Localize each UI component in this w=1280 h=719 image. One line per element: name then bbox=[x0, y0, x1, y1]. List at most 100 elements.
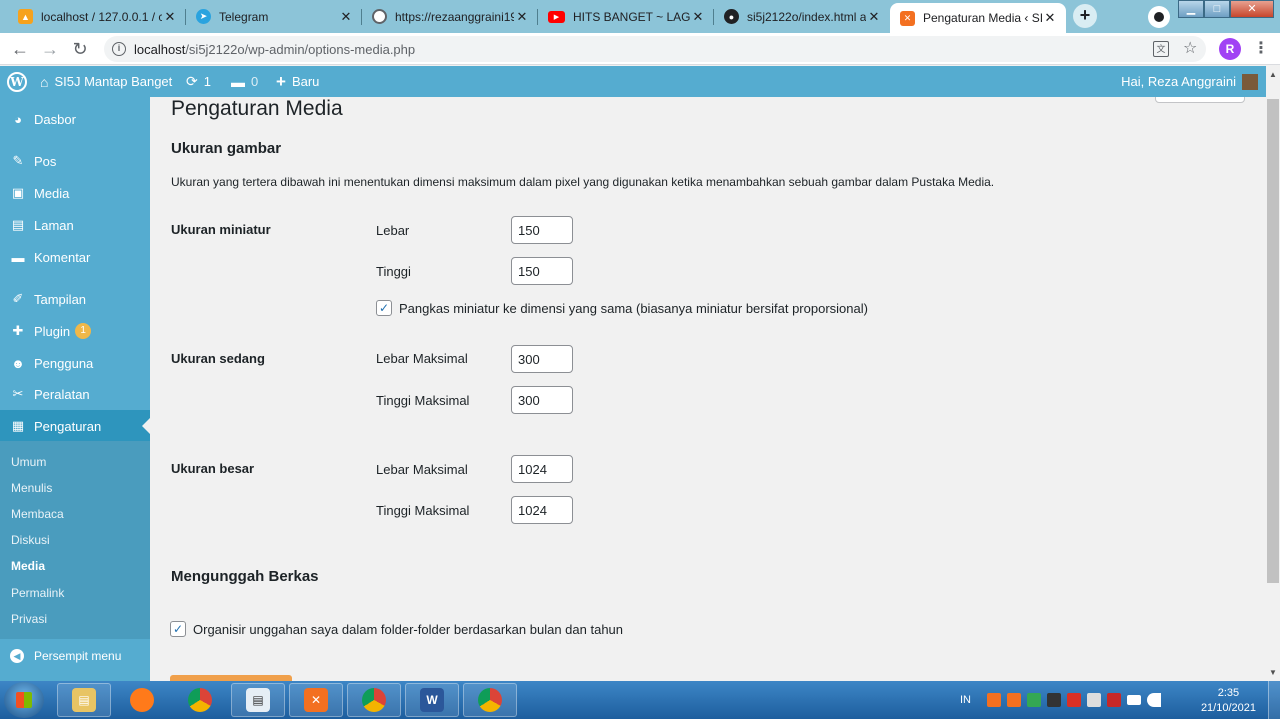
thumbnail-width-input[interactable] bbox=[511, 216, 573, 244]
site-name-link[interactable]: ⌂ SI5J Mantap Banget bbox=[40, 66, 172, 97]
wp-logo-menu[interactable]: W bbox=[7, 66, 27, 97]
taskbar-chrome-dev[interactable] bbox=[463, 683, 517, 717]
chrome-profile-icon bbox=[362, 688, 386, 712]
chrome-icon bbox=[188, 688, 212, 712]
reload-icon[interactable]: ↻ bbox=[68, 37, 92, 61]
tab-close-icon[interactable]: ✕ bbox=[338, 9, 354, 25]
submenu-privasi[interactable]: Privasi bbox=[11, 612, 47, 626]
sidebar-item-dasbor[interactable]: ◕ Dasbor bbox=[0, 103, 150, 135]
thumbnail-height-input[interactable] bbox=[511, 257, 573, 285]
taskbar-notepad[interactable]: ▤ bbox=[231, 683, 285, 717]
sidebar-item-tampilan[interactable]: ✐ Tampilan bbox=[0, 283, 150, 315]
comment-bubble-icon: ▬ bbox=[231, 73, 245, 90]
drive-tray-icon[interactable] bbox=[1027, 693, 1041, 707]
submenu-permalink[interactable]: Permalink bbox=[11, 586, 64, 600]
word-icon: W bbox=[420, 688, 444, 712]
updates-link[interactable]: ⟳ 1 bbox=[186, 66, 211, 97]
action-center-icon[interactable] bbox=[1087, 693, 1101, 707]
new-content-link[interactable]: + Baru bbox=[276, 66, 319, 97]
wp-admin-bar: W ⌂ SI5J Mantap Banget ⟳ 1 ▬ 0 + Baru Ha… bbox=[0, 66, 1266, 97]
comments-link[interactable]: ▬ 0 bbox=[231, 66, 258, 97]
tab-close-icon[interactable]: ✕ bbox=[514, 9, 530, 25]
account-menu[interactable]: Hai, Reza Anggraini bbox=[1121, 66, 1258, 97]
minimize-button[interactable]: ▁ bbox=[1178, 0, 1204, 18]
tab-search-icon[interactable] bbox=[1148, 6, 1170, 28]
collapse-menu-button[interactable]: ◀ Persempit menu bbox=[0, 641, 150, 671]
translate-icon[interactable]: 文 bbox=[1153, 41, 1169, 57]
profile-avatar[interactable]: R bbox=[1219, 38, 1241, 60]
close-window-button[interactable]: ✕ bbox=[1230, 0, 1274, 18]
taskbar-xampp[interactable]: ✕ bbox=[289, 683, 343, 717]
tab-close-icon[interactable]: ✕ bbox=[690, 9, 706, 25]
sidebar-item-laman[interactable]: ▤ Laman bbox=[0, 209, 150, 241]
submenu-menulis[interactable]: Menulis bbox=[11, 481, 52, 495]
tab-close-icon[interactable]: ✕ bbox=[1042, 10, 1058, 26]
browser-menu-icon[interactable]: ⋮ bbox=[1253, 38, 1269, 58]
browser-tab-github[interactable]: ● si5j2122o/index.html at ✕ bbox=[714, 2, 890, 31]
screen-options-tab[interactable] bbox=[1155, 97, 1245, 103]
submenu-umum[interactable]: Umum bbox=[11, 455, 46, 469]
browser-tab-blog[interactable]: https://rezaanggraini19 ✕ bbox=[362, 2, 538, 31]
language-indicator[interactable]: IN bbox=[960, 694, 971, 706]
bookmark-star-icon[interactable]: ☆ bbox=[1183, 38, 1197, 58]
start-button[interactable] bbox=[4, 682, 44, 718]
scroll-down-arrow-icon[interactable]: ▼ bbox=[1269, 668, 1277, 677]
pma-icon: ▲ bbox=[18, 9, 33, 24]
taskbar-explorer[interactable]: ▤ bbox=[57, 683, 111, 717]
site-info-icon[interactable]: i bbox=[112, 42, 126, 56]
sidebar-item-komentar[interactable]: ▬ Komentar bbox=[0, 241, 150, 273]
globe-icon bbox=[372, 9, 387, 24]
back-arrow-icon[interactable]: ← bbox=[8, 37, 32, 61]
warning-tray-icon[interactable] bbox=[1067, 693, 1081, 707]
settings-content: Pengaturan Media Ukuran gambar Ukuran ya… bbox=[150, 97, 1266, 681]
sidebar-item-pengaturan[interactable]: ▦ Pengaturan bbox=[0, 410, 150, 442]
show-desktop-button[interactable] bbox=[1268, 681, 1280, 719]
crop-checkbox[interactable]: ✓ bbox=[376, 300, 392, 316]
browser-tab-telegram[interactable]: ➤ Telegram ✕ bbox=[186, 2, 362, 31]
youtube-icon: ▶ bbox=[548, 10, 565, 23]
browser-tab-youtube[interactable]: ▶ HITS BANGET ~ LAGU T ✕ bbox=[538, 2, 714, 31]
organize-uploads-label: Organisir unggahan saya dalam folder-fol… bbox=[193, 621, 624, 637]
page-scrollbar[interactable]: ▲ ▼ bbox=[1266, 66, 1280, 681]
taskbar-chrome-profile[interactable] bbox=[347, 683, 401, 717]
browser-tab-phpmyadmin[interactable]: ▲ localhost / 127.0.0.1 / c ✕ bbox=[8, 2, 186, 31]
sidebar-item-peralatan[interactable]: ✂ Peralatan bbox=[0, 378, 150, 410]
submenu-diskusi[interactable]: Diskusi bbox=[11, 533, 50, 547]
scrollbar-thumb[interactable] bbox=[1267, 99, 1279, 583]
notepad-icon: ▤ bbox=[246, 688, 270, 712]
forward-arrow-icon[interactable]: → bbox=[38, 37, 62, 61]
security-tray-icon[interactable] bbox=[1107, 693, 1121, 707]
submenu-media[interactable]: Media bbox=[11, 559, 45, 573]
sidebar-item-pos[interactable]: ✎ Pos bbox=[0, 145, 150, 177]
large-width-input[interactable] bbox=[511, 455, 573, 483]
xampp-control-tray-icon[interactable] bbox=[1007, 693, 1021, 707]
large-height-input[interactable] bbox=[511, 496, 573, 524]
maximize-button[interactable]: □ bbox=[1204, 0, 1230, 18]
scroll-up-arrow-icon[interactable]: ▲ bbox=[1269, 70, 1277, 79]
new-tab-button[interactable]: + bbox=[1073, 4, 1097, 28]
medium-height-label: Tinggi Maksimal bbox=[376, 393, 470, 408]
sidebar-item-media[interactable]: ▣ Media bbox=[0, 177, 150, 209]
browser-tab-pengaturan-media[interactable]: ✕ Pengaturan Media ‹ SI5J ✕ bbox=[890, 3, 1066, 33]
taskbar-word[interactable]: W bbox=[405, 683, 459, 717]
device-tray-icon[interactable] bbox=[1047, 693, 1061, 707]
medium-width-label: Lebar Maksimal bbox=[376, 351, 468, 366]
submenu-membaca[interactable]: Membaca bbox=[11, 507, 64, 521]
xampp-tray-icon[interactable] bbox=[987, 693, 1001, 707]
volume-icon[interactable] bbox=[1147, 693, 1161, 707]
address-bar[interactable]: i localhost/si5j2122o/wp-admin/options-m… bbox=[104, 36, 1206, 62]
browser-tab-strip: ▲ localhost / 127.0.0.1 / c ✕ ➤ Telegram… bbox=[0, 0, 1280, 33]
taskbar-clock[interactable]: 2:35 21/10/2021 bbox=[1201, 686, 1256, 716]
windows-logo-icon bbox=[16, 692, 32, 708]
taskbar-firefox[interactable] bbox=[115, 683, 169, 717]
network-signal-icon[interactable] bbox=[1127, 695, 1141, 705]
organize-uploads-checkbox[interactable]: ✓ bbox=[170, 621, 186, 637]
medium-height-input[interactable] bbox=[511, 386, 573, 414]
tab-close-icon[interactable]: ✕ bbox=[866, 9, 882, 25]
tab-close-icon[interactable]: ✕ bbox=[162, 9, 178, 25]
taskbar-chrome[interactable] bbox=[173, 683, 227, 717]
sidebar-item-label: Dasbor bbox=[34, 111, 76, 127]
sidebar-item-pengguna[interactable]: ☻ Pengguna bbox=[0, 347, 150, 379]
medium-width-input[interactable] bbox=[511, 345, 573, 373]
sidebar-item-plugin[interactable]: ✚ Plugin 1 bbox=[0, 315, 150, 347]
